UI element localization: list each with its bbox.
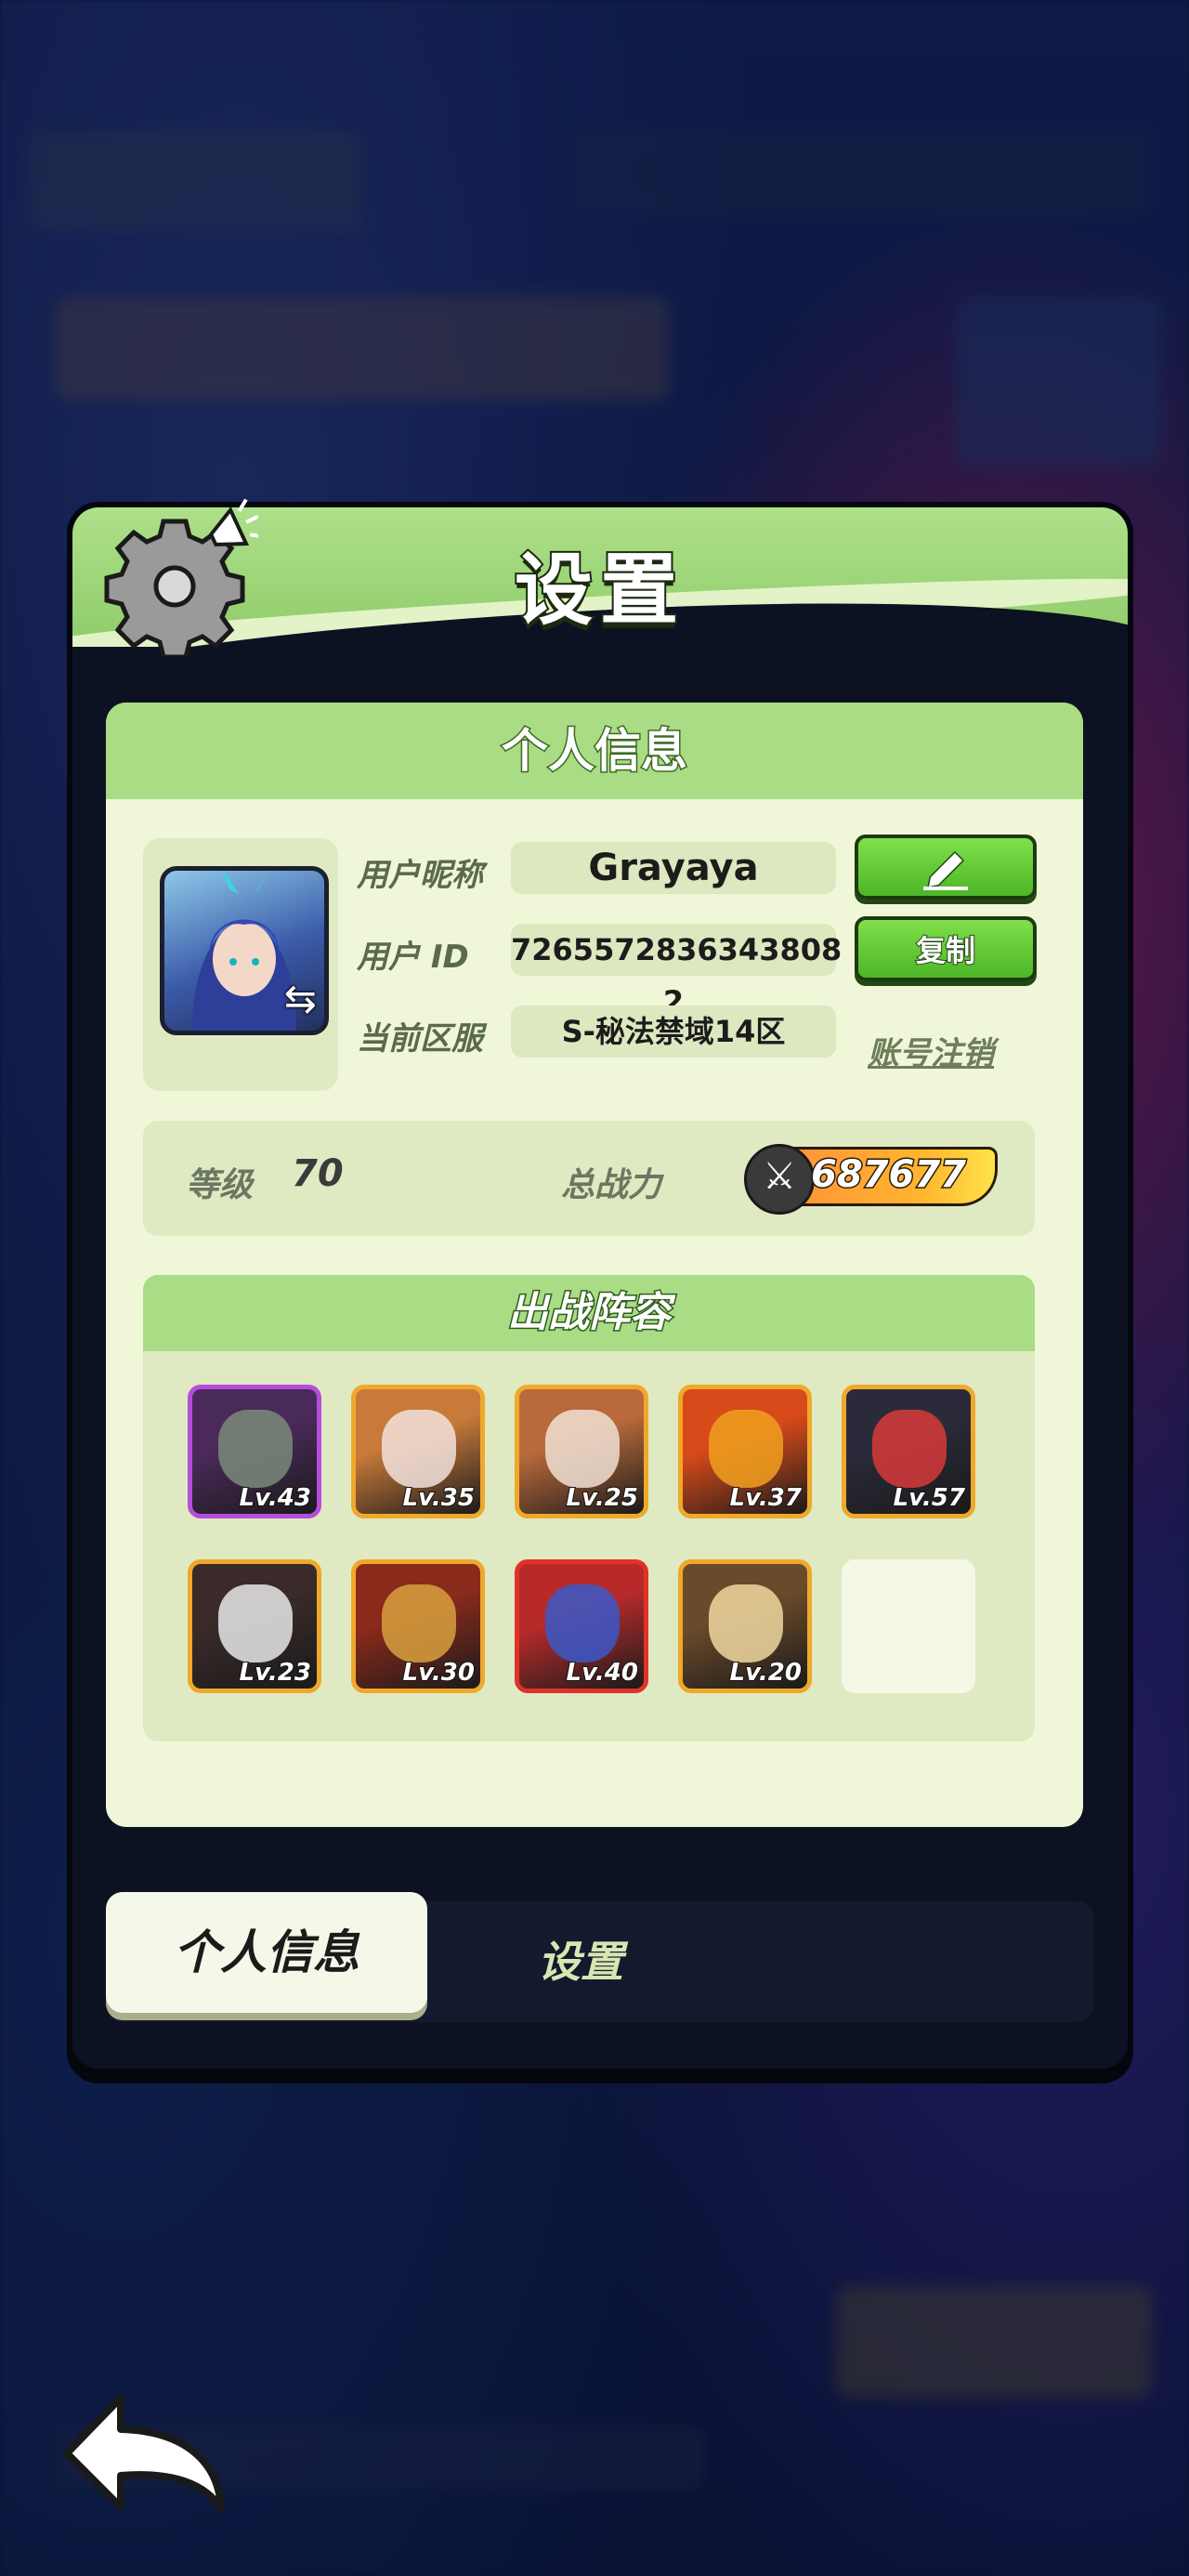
- team-box: 出战阵容 Lv.43 Lv.35 Lv.25 Lv.37 Lv.57 Lv.23 Lv.30…: [143, 1275, 1035, 1741]
- profile-section-title: 个人信息: [106, 703, 1083, 799]
- hero-portrait: [382, 1410, 456, 1488]
- nickname-label: 用户昵称: [357, 857, 483, 894]
- copy-id-button[interactable]: 复制: [855, 916, 1037, 981]
- hero-slot[interactable]: Lv.35: [351, 1385, 485, 1518]
- hero-level: Lv.43: [239, 1483, 312, 1513]
- hero-portrait: [545, 1584, 620, 1663]
- hero-portrait: [545, 1410, 620, 1488]
- gear-icon: [104, 498, 258, 656]
- hero-portrait: [218, 1410, 293, 1488]
- hero-slot[interactable]: Lv.40: [515, 1559, 648, 1693]
- hero-portrait: [709, 1584, 783, 1663]
- hero-slot[interactable]: Lv.30: [351, 1559, 485, 1693]
- hero-portrait: [872, 1410, 947, 1488]
- hero-slot[interactable]: Lv.37: [678, 1385, 812, 1518]
- hero-portrait: [218, 1584, 293, 1663]
- hero-level: Lv.20: [729, 1658, 803, 1688]
- tab-bar: 个人信息 设置: [106, 1892, 1094, 2022]
- hero-slot[interactable]: Lv.25: [515, 1385, 648, 1518]
- tab-settings[interactable]: 设置: [427, 1901, 734, 2022]
- back-arrow-icon[interactable]: [56, 2379, 232, 2518]
- cancel-account-link[interactable]: 账号注销: [868, 1028, 994, 1073]
- hero-slot[interactable]: Lv.20: [678, 1559, 812, 1693]
- avatar-box[interactable]: ⇆: [143, 838, 338, 1091]
- server-label: 当前区服: [357, 1020, 483, 1058]
- power-value: 687677: [810, 1152, 968, 1198]
- hero-level: Lv.40: [566, 1658, 639, 1688]
- hero-portrait: [709, 1410, 783, 1488]
- settings-panel: 设置 个人信息 ⇆ 用户昵称 Grayaya 用户 ID 72655728363…: [67, 498, 1133, 2074]
- nickname-value: Grayaya: [511, 842, 836, 894]
- user-id-label: 用户 ID: [357, 939, 469, 976]
- hero-level: Lv.25: [566, 1483, 639, 1513]
- hero-slot[interactable]: Lv.57: [842, 1385, 975, 1518]
- hero-level: Lv.30: [402, 1658, 476, 1688]
- hero-slot[interactable]: Lv.43: [188, 1385, 321, 1518]
- edit-pencil-icon: [923, 850, 968, 890]
- power-badge: ⚔ 687677: [744, 1144, 998, 1215]
- edit-nickname-button[interactable]: [855, 835, 1037, 900]
- crossed-swords-icon: ⚔: [744, 1144, 815, 1215]
- profile-card: 个人信息 ⇆ 用户昵称 Grayaya 用户 ID 72655728363438…: [106, 703, 1083, 1827]
- hero-level: Lv.37: [729, 1483, 803, 1513]
- user-id-value: 7265572836343808​2: [511, 924, 842, 1019]
- hero-portrait: [382, 1584, 456, 1663]
- stats-box: 等级 70 总战力 ⚔ 687677: [143, 1121, 1035, 1236]
- power-label: 总战力: [561, 1166, 662, 1204]
- hero-level: Lv.35: [402, 1483, 476, 1513]
- hero-level: Lv.57: [893, 1483, 966, 1513]
- avatar[interactable]: ⇆: [160, 866, 329, 1035]
- hero-slot-empty[interactable]: [842, 1559, 975, 1693]
- hero-slot[interactable]: Lv.23: [188, 1559, 321, 1693]
- swap-icon[interactable]: ⇆: [284, 976, 317, 1021]
- hero-level: Lv.23: [239, 1658, 312, 1688]
- team-title: 出战阵容: [143, 1275, 1035, 1351]
- level-label: 等级: [186, 1166, 254, 1204]
- tab-profile[interactable]: 个人信息: [106, 1892, 427, 2013]
- level-value: 70: [292, 1152, 344, 1195]
- server-value: S-秘法禁域14区: [511, 1005, 836, 1058]
